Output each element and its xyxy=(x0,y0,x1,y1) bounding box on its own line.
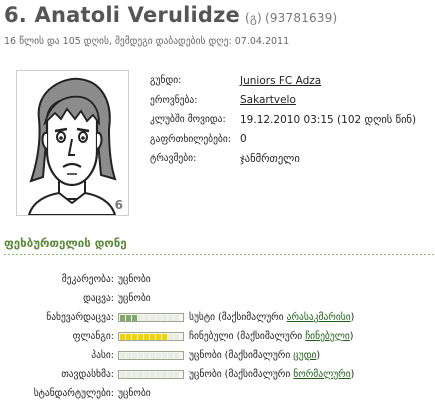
info-row-warnings: გაფრთხილებები: 0 xyxy=(150,130,416,150)
info-row-nationality: ეროვნება: Sakartvelo xyxy=(150,91,416,111)
skill-bar-segment xyxy=(168,352,173,359)
skills-section-title: ფეხბურთელის დონე xyxy=(4,236,127,250)
skill-bar-segment xyxy=(168,371,173,378)
skill-row: პასი: უცნობი (მაქსიმალური ცუდი) xyxy=(0,346,435,365)
skill-label: თავდასხმა: xyxy=(61,369,114,380)
info-value: ჯანმრთელი xyxy=(240,152,300,165)
skill-value: ჩინებული (მაქსიმალური ჩინებული) xyxy=(189,331,354,342)
skill-label: ფლანგი: xyxy=(72,331,114,342)
skill-row: მეკარეობა: უცნობი xyxy=(0,270,435,289)
skill-bar-segment xyxy=(162,371,167,378)
max-skill-link[interactable]: ჩინებული xyxy=(305,331,350,342)
skill-bar-segment xyxy=(126,333,131,340)
skill-bar-segment xyxy=(174,371,179,378)
skill-bar-segment xyxy=(120,371,125,378)
skill-row: სტანდარტულები: უცნობი xyxy=(0,384,435,403)
skill-value: უცნობი xyxy=(118,274,151,285)
skill-bar-segment xyxy=(126,314,131,321)
section-divider xyxy=(4,254,435,255)
skill-bar-segment xyxy=(150,333,155,340)
skill-bar-segment xyxy=(132,371,137,378)
skill-bar-segment xyxy=(150,314,155,321)
skill-bar-segment xyxy=(120,352,125,359)
skill-bar-segment xyxy=(144,371,149,378)
skill-label: სტანდარტულები: xyxy=(33,388,114,399)
player-id: (93781639) xyxy=(264,11,338,25)
skill-label: დაცვა: xyxy=(83,293,114,304)
skill-label: პასი: xyxy=(91,350,114,361)
info-value: 19.12.2010 03:15 (102 დღის წინ) xyxy=(240,113,417,126)
skill-value: უცნობი (მაქსიმალური ცუდი) xyxy=(189,350,321,361)
player-name: 6. Anatoli Verulidze xyxy=(4,3,240,27)
skill-bar-segment xyxy=(150,352,155,359)
skill-bar xyxy=(118,351,184,360)
skill-bar-segment xyxy=(162,333,167,340)
info-label: ეროვნება: xyxy=(150,94,198,106)
skill-row: თავდასხმა: უცნობი (მაქსიმალური ნორმალური… xyxy=(0,365,435,384)
skill-bar-segment xyxy=(138,314,143,321)
skill-bar-segment xyxy=(138,352,143,359)
skill-row: ფლანგი: ჩინებული (მაქსიმალური ჩინებული) xyxy=(0,327,435,346)
skill-label: მეკარეობა: xyxy=(61,274,114,285)
player-age: 16 წლის და 105 დღის, შემდეგი დაბადების დ… xyxy=(4,36,290,47)
skill-value: უცნობი (მაქსიმალური ნორმალური) xyxy=(189,369,355,380)
skill-bar-segment xyxy=(138,333,143,340)
info-row-injuries: ტრავმები: ჯანმრთელი xyxy=(150,149,416,169)
skill-bar xyxy=(118,332,184,341)
player-title: 6. Anatoli Verulidze (გ) (93781639) xyxy=(4,3,337,27)
skill-bar-segment xyxy=(162,352,167,359)
skill-row: ნახევარდაცვა: სუსტი (მაქსიმალური არასაკმ… xyxy=(0,308,435,327)
skill-bar-segment xyxy=(156,352,161,359)
info-label: გუნდი: xyxy=(150,75,182,87)
info-row-team: გუნდი: Juniors FC Adza xyxy=(150,71,416,91)
max-skill-link[interactable]: არასაკმარისი xyxy=(287,312,351,323)
skill-bar-segment xyxy=(126,352,131,359)
player-info-table: გუნდი: Juniors FC Adza ეროვნება: Sakartv… xyxy=(150,71,416,169)
skill-bar-segment xyxy=(156,314,161,321)
skill-bar-segment xyxy=(144,352,149,359)
player-face-avatar-icon xyxy=(27,77,117,215)
info-value: 0 xyxy=(240,133,247,146)
skill-value: უცნობი xyxy=(118,293,151,304)
skill-bar-segment xyxy=(132,352,137,359)
skill-label: ნახევარდაცვა: xyxy=(46,312,114,323)
skill-bar-segment xyxy=(120,314,125,321)
skill-value: უცნობი xyxy=(118,388,151,399)
skill-bar-segment xyxy=(144,333,149,340)
skill-bar-segment xyxy=(174,333,179,340)
max-skill-link[interactable]: ცუდი xyxy=(293,350,316,361)
skill-value: სუსტი (მაქსიმალური არასაკმარისი) xyxy=(189,312,355,323)
skill-bar-segment xyxy=(168,333,173,340)
info-label: კლუბში მოვიდა: xyxy=(150,114,226,126)
skill-bar-segment xyxy=(174,352,179,359)
skill-bar-segment xyxy=(126,371,131,378)
team-link[interactable]: Juniors FC Adza xyxy=(240,75,321,87)
skill-bar-segment xyxy=(162,314,167,321)
skills-table: მეკარეობა: უცნობი დაცვა: უცნობი ნახევარდ… xyxy=(0,270,435,403)
info-label: ტრავმები: xyxy=(150,153,197,165)
skill-bar-segment xyxy=(132,333,137,340)
shirt-number: 6 xyxy=(114,198,123,212)
info-row-joined: კლუბში მოვიდა: 19.12.2010 03:15 (102 დღი… xyxy=(150,110,416,130)
skill-bar-segment xyxy=(138,371,143,378)
skill-bar-segment xyxy=(120,333,125,340)
player-specialty: (გ) xyxy=(245,11,262,25)
skill-bar xyxy=(118,370,184,379)
skill-bar-segment xyxy=(132,314,137,321)
info-label: გაფრთხილებები: xyxy=(150,133,231,145)
player-avatar: 6 xyxy=(16,70,129,216)
skill-bar-segment xyxy=(156,333,161,340)
skill-bar-segment xyxy=(144,314,149,321)
skill-bar-segment xyxy=(156,371,161,378)
skill-bar-segment xyxy=(150,371,155,378)
skill-row: დაცვა: უცნობი xyxy=(0,289,435,308)
skill-bar xyxy=(118,313,184,322)
max-skill-link[interactable]: ნორმალური xyxy=(293,369,350,380)
skill-bar-segment xyxy=(168,314,173,321)
nationality-link[interactable]: Sakartvelo xyxy=(240,94,296,106)
skill-bar-segment xyxy=(174,314,179,321)
